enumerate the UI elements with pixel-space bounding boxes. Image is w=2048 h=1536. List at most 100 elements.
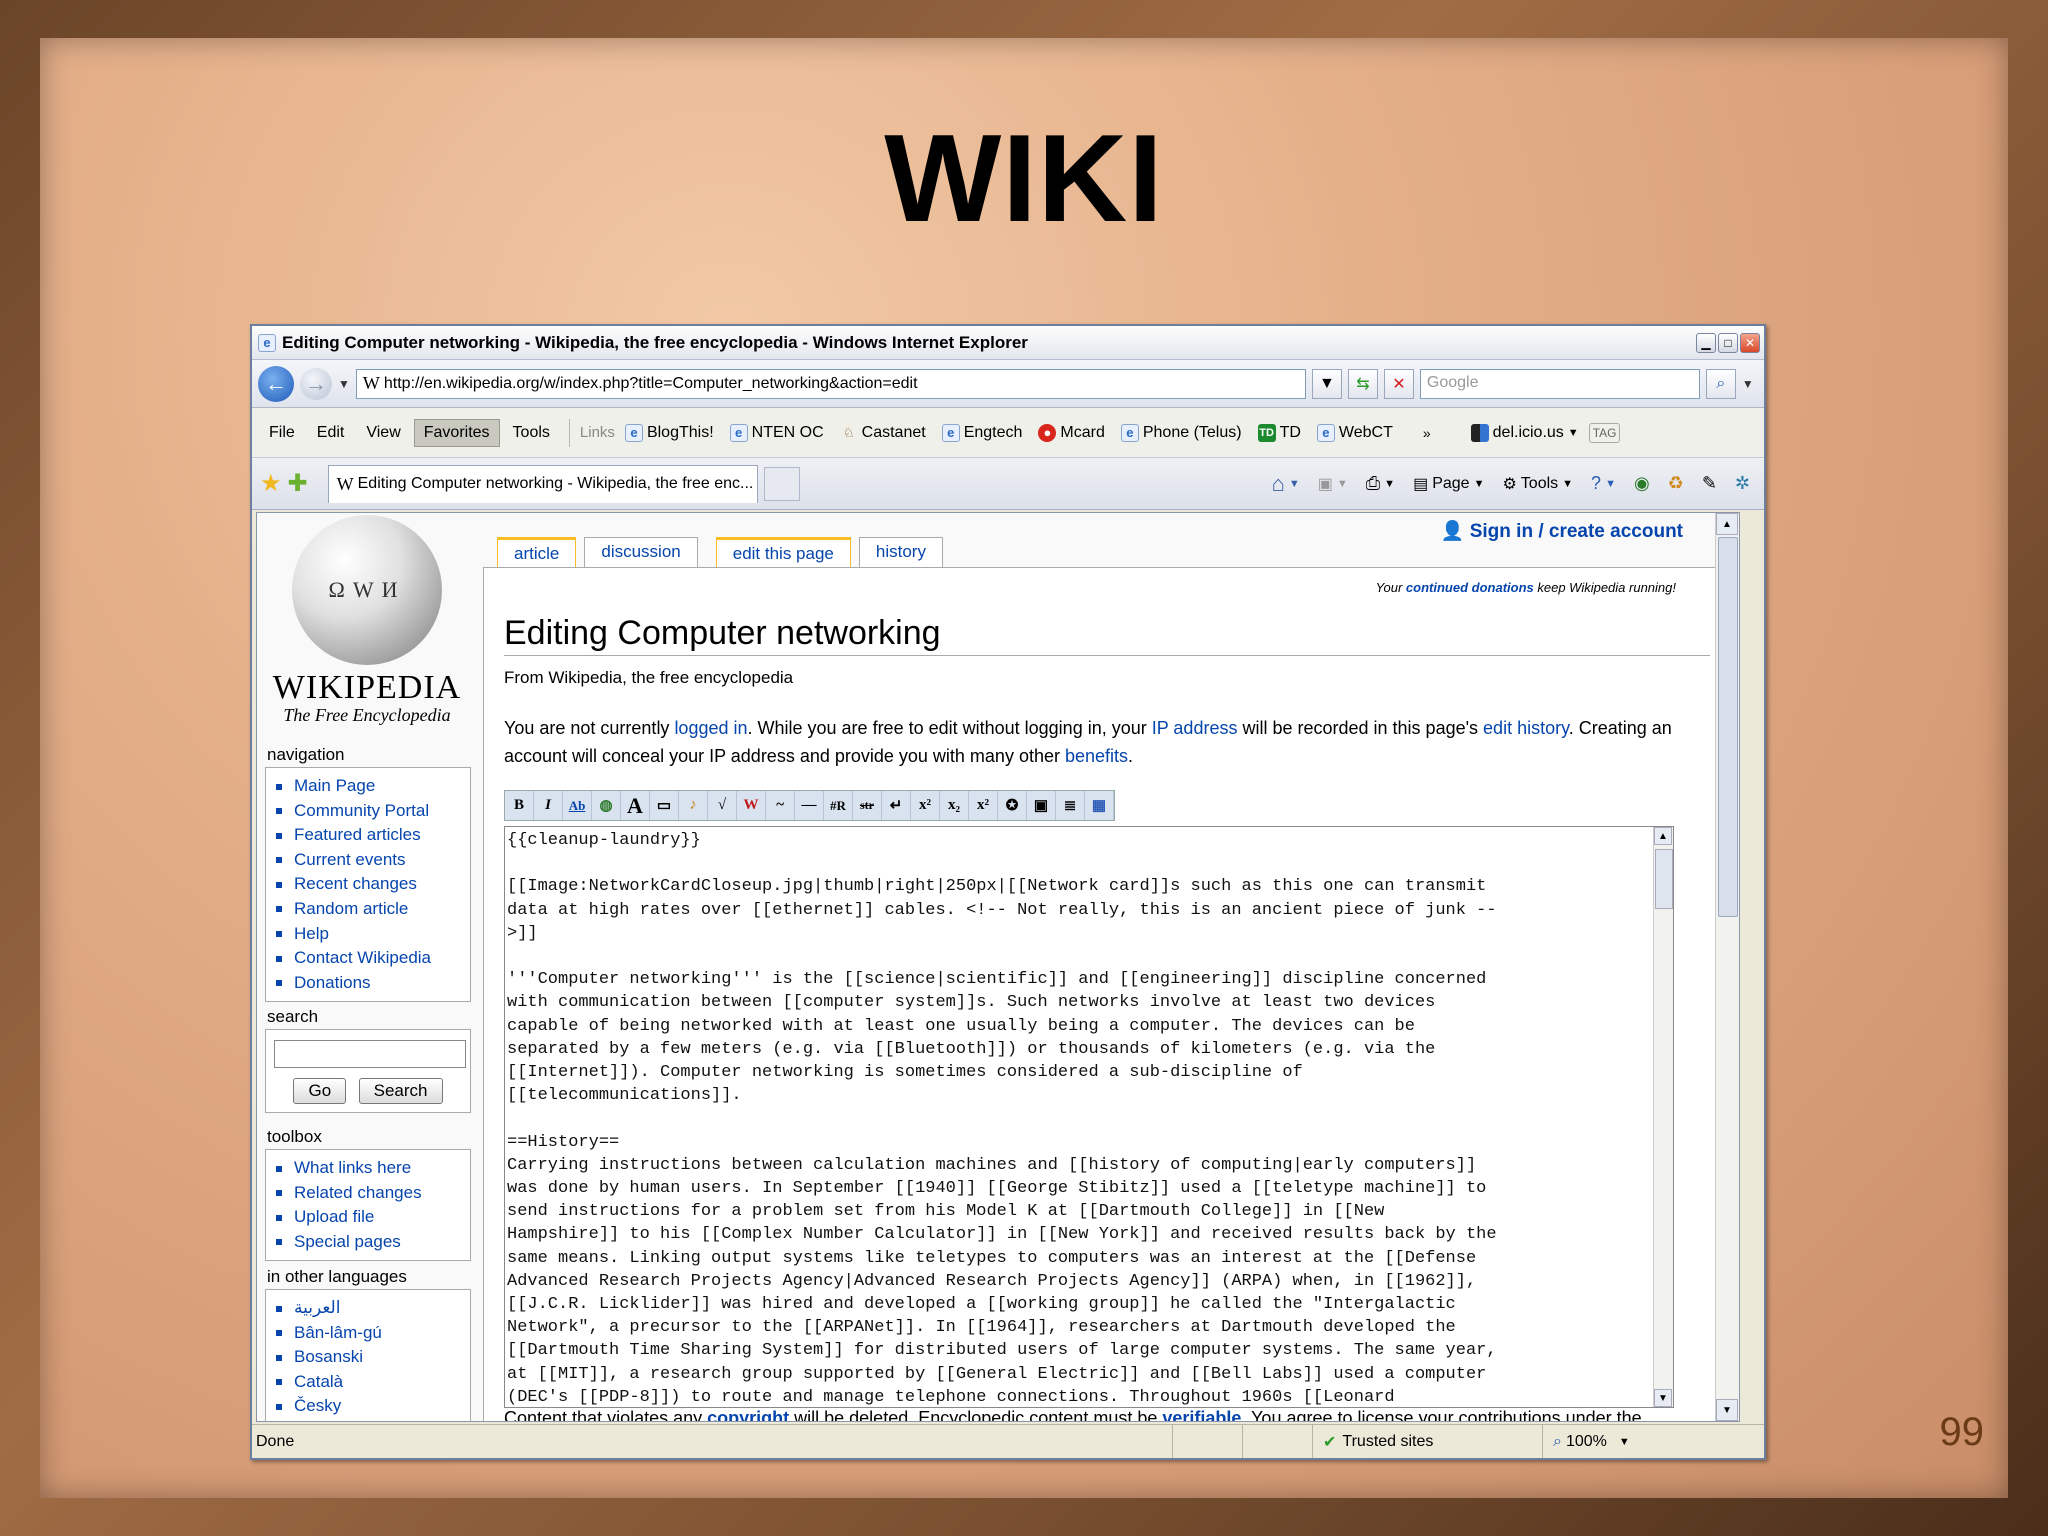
toolbox-special-pages[interactable]: Special pages	[276, 1230, 466, 1255]
lang-catala[interactable]: Català	[276, 1370, 466, 1395]
subscript-icon[interactable]: x₂	[940, 791, 969, 820]
scroll-thumb[interactable]	[1655, 849, 1673, 909]
url-dropdown-button[interactable]: ▼	[1311, 368, 1342, 399]
strike-icon[interactable]: str	[853, 791, 882, 820]
nav-featured-articles[interactable]: Featured articles	[276, 823, 466, 848]
minimize-button[interactable]: ▁	[1696, 332, 1716, 353]
sign-in-link[interactable]: 👤 Sign in / create account	[1441, 519, 1683, 543]
quote-icon[interactable]: ≣	[1056, 791, 1085, 820]
scroll-up-arrow-icon[interactable]: ▲	[1654, 827, 1672, 845]
verifiable-link[interactable]: verifiable	[1162, 1408, 1241, 1421]
math-formula-icon[interactable]: √	[708, 791, 737, 820]
blog-icon[interactable]: ✎	[1696, 473, 1723, 494]
messenger-icon[interactable]: ♻	[1662, 473, 1690, 494]
nav-main-page[interactable]: Main Page	[276, 774, 466, 799]
url-input[interactable]: Whttp://en.wikipedia.org/w/index.php?tit…	[355, 368, 1306, 399]
go-button[interactable]: Go	[293, 1078, 347, 1104]
nav-recent-changes[interactable]: Recent changes	[276, 872, 466, 897]
link-webct[interactable]: e WebCT	[1311, 423, 1399, 442]
link-blogthis[interactable]: e BlogThis!	[619, 423, 720, 442]
links-overflow-icon[interactable]: »	[1423, 425, 1431, 441]
nav-donations[interactable]: Donations	[276, 971, 466, 996]
line-break-icon[interactable]: ↵	[882, 791, 911, 820]
page-scroll-up-icon[interactable]: ▲	[1716, 513, 1738, 535]
print-icon[interactable]: ⎙ ▼	[1360, 473, 1401, 494]
tab-history[interactable]: history	[858, 537, 943, 568]
page-scroll-thumb[interactable]	[1718, 537, 1738, 917]
tab-discussion[interactable]: discussion	[584, 537, 698, 568]
lang-bosanski[interactable]: Bosanski	[276, 1345, 466, 1370]
nav-current-events[interactable]: Current events	[276, 848, 466, 873]
search-icon[interactable]: ⌕	[1705, 368, 1736, 399]
close-window-button[interactable]: ✕	[1740, 332, 1760, 353]
small-text-icon[interactable]: x²	[969, 791, 998, 820]
headline-icon[interactable]: A	[621, 791, 650, 820]
lang-cesky[interactable]: Česky	[276, 1394, 466, 1419]
media-link-icon[interactable]: ♪	[679, 791, 708, 820]
zoom-control[interactable]: ⌕ 100% ▼	[1542, 1424, 1662, 1458]
external-link-icon[interactable]: ◍	[592, 791, 621, 820]
edit-scrollbar[interactable]: ▲ ▼	[1653, 827, 1673, 1407]
refresh-button[interactable]: ⇆	[1347, 368, 1378, 399]
toolbox-what-links-here[interactable]: What links here	[276, 1156, 466, 1181]
toolbox-related-changes[interactable]: Related changes	[276, 1181, 466, 1206]
link-engtech[interactable]: e Engtech	[936, 423, 1029, 442]
search-options-icon[interactable]: ▼	[1742, 377, 1754, 391]
nav-contact-wikipedia[interactable]: Contact Wikipedia	[276, 946, 466, 971]
delicious-button[interactable]: del.icio.us ▼	[1465, 423, 1585, 442]
redirect-icon[interactable]: #R	[824, 791, 853, 820]
browser-tab-active[interactable]: W Editing Computer networking - Wikipedia…	[327, 464, 758, 503]
tools-menu-button[interactable]: ⚙ Tools ▼	[1496, 474, 1579, 494]
embedded-image-icon[interactable]: ▭	[650, 791, 679, 820]
page-scroll-down-icon[interactable]: ▼	[1716, 1399, 1738, 1421]
nav-help[interactable]: Help	[276, 922, 466, 947]
research-icon[interactable]: ◉	[1628, 473, 1656, 494]
copyright-link[interactable]: copyright	[707, 1408, 789, 1421]
bold-icon[interactable]: B	[505, 791, 534, 820]
maximize-button[interactable]: □	[1718, 332, 1738, 353]
tab-article[interactable]: article	[497, 537, 577, 568]
edit-textarea[interactable]: {{cleanup-laundry}} [[Image:NetworkCardC…	[504, 826, 1674, 1408]
page-menu-button[interactable]: ▤ Page ▼	[1407, 474, 1490, 494]
menu-tools[interactable]: Tools	[504, 420, 559, 446]
tab-edit-this-page[interactable]: edit this page	[715, 537, 851, 568]
back-button[interactable]: ←	[258, 365, 294, 402]
nav-community-portal[interactable]: Community Portal	[276, 799, 466, 824]
comment-icon[interactable]: ✪	[998, 791, 1027, 820]
security-zone[interactable]: ✔ Trusted sites	[1312, 1424, 1542, 1458]
lang-ban-lam-gu[interactable]: Bân-lâm-gú	[276, 1321, 466, 1346]
add-favorite-icon[interactable]: ✚	[288, 469, 308, 498]
toolbox-upload-file[interactable]: Upload file	[276, 1205, 466, 1230]
forward-button[interactable]: →	[300, 367, 332, 400]
logged-in-link[interactable]: logged in	[674, 718, 747, 738]
stop-button[interactable]: ✕	[1383, 368, 1414, 399]
link-phone-telus[interactable]: e Phone (Telus)	[1115, 423, 1248, 442]
search-input[interactable]: Google	[1419, 368, 1700, 399]
link-nten-oc[interactable]: e NTEN OC	[724, 423, 830, 442]
gallery-icon[interactable]: ▣	[1027, 791, 1056, 820]
history-dropdown-icon[interactable]: ▼	[338, 377, 350, 391]
benefits-link[interactable]: benefits	[1065, 746, 1128, 766]
signature-icon[interactable]: ~	[766, 791, 795, 820]
favorites-star-icon[interactable]: ★	[260, 469, 282, 498]
search-button[interactable]: Search	[358, 1078, 443, 1104]
tag-button[interactable]: TAG	[1588, 422, 1621, 443]
home-icon[interactable]: ⌂ ▼	[1266, 471, 1306, 497]
menu-favorites[interactable]: Favorites	[413, 418, 500, 447]
nav-random-article[interactable]: Random article	[276, 897, 466, 922]
new-tab-button[interactable]	[763, 466, 800, 501]
menu-edit[interactable]: Edit	[308, 420, 354, 446]
internal-link-icon[interactable]: Ab	[563, 791, 592, 820]
sync-icon[interactable]: ✲	[1729, 473, 1756, 494]
link-mcard[interactable]: ● Mcard	[1032, 423, 1110, 442]
horizontal-line-icon[interactable]: —	[795, 791, 824, 820]
italic-icon[interactable]: I	[534, 791, 563, 820]
lang-arabic[interactable]: العربية	[276, 1296, 466, 1321]
donations-link[interactable]: continued donations	[1406, 580, 1534, 595]
wikipedia-logo[interactable]: ΩWИ WIKIPEDIA The Free Encyclopedia	[267, 515, 467, 745]
link-castanet[interactable]: ♘ Castanet	[834, 424, 932, 442]
link-td[interactable]: TD TD	[1252, 423, 1307, 442]
scroll-down-arrow-icon[interactable]: ▼	[1654, 1389, 1672, 1407]
menu-file[interactable]: File	[260, 420, 304, 446]
menu-view[interactable]: View	[357, 420, 409, 446]
